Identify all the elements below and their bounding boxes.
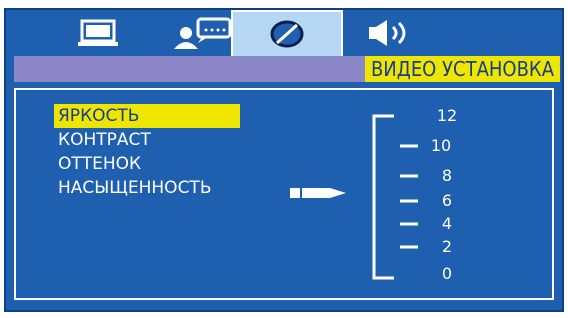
page-title: ВИДЕО УСТАНОВКА <box>364 56 560 82</box>
tab-audio[interactable] <box>336 10 448 56</box>
menu-item-contrast[interactable]: КОНТРАСТ <box>54 128 240 152</box>
scale-label: 4 <box>441 214 453 233</box>
tab-bar <box>6 10 562 56</box>
monitor-icon <box>78 19 118 46</box>
contrast-disc-icon <box>270 20 304 48</box>
settings-menu: ЯРКОСТЬ КОНТРАСТ ОТТЕНОК НАСЫЩЕННОСТЬ <box>54 104 240 200</box>
scale-label: 6 <box>441 191 453 210</box>
value-scale[interactable]: 12 10 8 6 4 2 0 <box>360 106 480 286</box>
tab-video[interactable] <box>231 10 343 56</box>
user-chat-icon <box>174 17 232 49</box>
scale-label: 10 <box>430 136 452 155</box>
header-bar: ВИДЕО УСТАНОВКА <box>14 56 560 82</box>
menu-item-brightness[interactable]: ЯРКОСТЬ <box>54 104 240 128</box>
tab-display[interactable] <box>42 10 154 56</box>
scale-label: 8 <box>441 166 453 185</box>
scale-label: 2 <box>441 237 453 256</box>
video-settings-screen: ВИДЕО УСТАНОВКА ЯРКОСТЬ КОНТРАСТ ОТТЕНОК… <box>0 0 568 318</box>
menu-item-hue[interactable]: ОТТЕНОК <box>54 152 240 176</box>
scale-label: 12 <box>436 106 458 125</box>
scale-bracket <box>372 114 418 280</box>
menu-item-saturation[interactable]: НАСЫЩЕННОСТЬ <box>54 176 240 200</box>
scale-label: 0 <box>441 264 453 283</box>
pointer-arrow-icon <box>290 188 346 198</box>
speaker-icon <box>369 20 406 46</box>
